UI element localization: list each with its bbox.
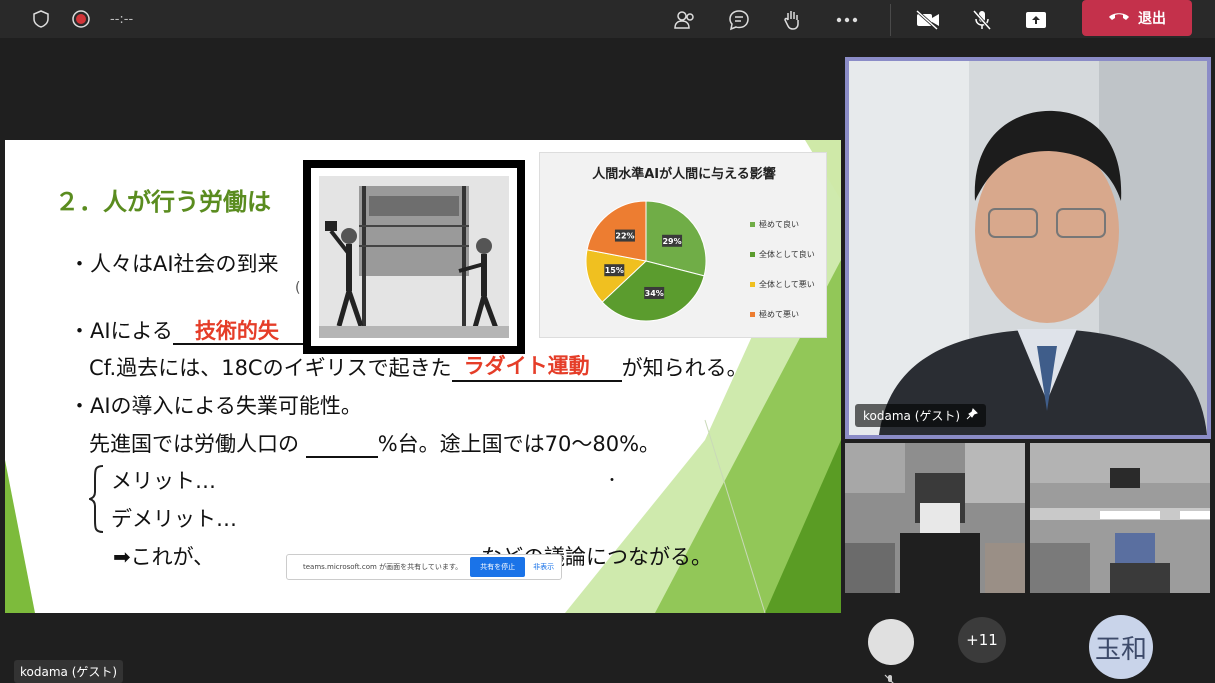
camera-off-icon[interactable] bbox=[913, 5, 943, 35]
presenter-name-tag: kodama (ゲスト) bbox=[14, 660, 124, 683]
participant-video-1 bbox=[845, 443, 1025, 593]
slide-line-3-prefix: Cf.過去には、18Cのイギリスで起きた bbox=[89, 356, 452, 380]
chart-title: 人間水準AIが人間に与える影響 bbox=[592, 167, 776, 182]
loom-illustration bbox=[319, 176, 509, 338]
share-notice-text: teams.microsoft.com が画面を共有しています。 bbox=[303, 563, 463, 571]
leave-label: 退出 bbox=[1138, 11, 1166, 27]
slide-dot: ・ bbox=[605, 473, 619, 489]
slide-title: ２．人が行う労働は bbox=[55, 188, 271, 216]
participants-icon[interactable] bbox=[670, 5, 700, 35]
legend-swatch-2 bbox=[750, 281, 755, 287]
participant-video-2 bbox=[1030, 443, 1210, 593]
slide-line-4: ・AIの導入による失業可能性。 bbox=[69, 394, 362, 418]
slide-red-2: ラダイト運動 bbox=[463, 354, 590, 378]
participant-avatar-blank[interactable] bbox=[868, 619, 914, 665]
slide-line-1-paren: ( bbox=[295, 280, 301, 296]
slide-line-3: Cf.過去には、18Cのイギリスで起きた ラダイト運動 が知られる。 bbox=[89, 352, 748, 382]
screen-share-notification: teams.microsoft.com が画面を共有しています。 共有を停止 非… bbox=[286, 554, 562, 580]
slide-line-2-prefix: ・AIによる bbox=[69, 319, 173, 343]
pie-chart-card: 人間水準AIが人間に与える影響 29% 34% 15% 22% 極めて良い全体として良… bbox=[539, 152, 827, 338]
legend-label-1: 全体として良い bbox=[759, 249, 815, 259]
participant-tile-2[interactable] bbox=[1030, 443, 1210, 593]
legend-label-3: 極めて悪い bbox=[759, 309, 799, 319]
chat-icon[interactable] bbox=[724, 5, 754, 35]
luddite-engraving-image bbox=[303, 160, 525, 354]
phone-hangup-icon bbox=[1108, 10, 1130, 26]
legend-item-1: 全体として良い bbox=[750, 239, 815, 269]
slide-blank-3 bbox=[305, 432, 378, 458]
slide-blank-1: 技術的失 bbox=[172, 319, 303, 345]
legend-swatch-1 bbox=[750, 251, 755, 257]
teams-meeting-window: --:-- 退出 ２．人が行う労働は ・人々はAI社会の到来 (・AIによる … bbox=[0, 0, 1215, 683]
meeting-timer: --:-- bbox=[110, 11, 134, 27]
slide-line-2: ・AIによる 技術的失 bbox=[69, 315, 303, 345]
slide-line-1: ・人々はAI社会の到来 bbox=[69, 252, 279, 276]
hide-notice-link[interactable]: 非表示 bbox=[533, 562, 554, 572]
pie-data-label-1: 34% bbox=[645, 289, 664, 298]
pie-data-label-2: 15% bbox=[605, 266, 624, 275]
legend-item-2: 全体として悪い bbox=[750, 269, 815, 299]
legend-item-0: 極めて良い bbox=[750, 209, 815, 239]
pin-icon[interactable] bbox=[966, 408, 978, 423]
slide-line-8-prefix: ➡これが、 bbox=[113, 545, 215, 569]
recording-icon bbox=[70, 8, 92, 30]
leave-button[interactable]: 退出 bbox=[1082, 0, 1192, 36]
slide-line-3-suffix: が知られる。 bbox=[621, 356, 748, 380]
slide-line-5-prefix: 先進国では労働人口の bbox=[89, 432, 299, 456]
toolbar-separator bbox=[890, 4, 891, 36]
participant-tile-1[interactable] bbox=[845, 443, 1025, 593]
slide-line-5: 先進国では労働人口の %台。途上国では70～80%。 bbox=[89, 428, 660, 458]
brace-icon bbox=[89, 465, 104, 533]
legend-item-3: 極めて悪い bbox=[750, 299, 815, 329]
slide-red-1: 技術的失 bbox=[194, 319, 279, 343]
chart-legend: 極めて良い全体として良い 全体として悪い 極めて悪い bbox=[750, 209, 815, 329]
speaker-name: kodama (ゲスト) bbox=[863, 409, 961, 423]
slide-demerit: デメリット… bbox=[111, 507, 237, 531]
legend-swatch-0 bbox=[750, 221, 755, 227]
participant-avatar-initials[interactable]: 玉和 bbox=[1089, 615, 1153, 679]
muted-mic-icon bbox=[884, 671, 896, 683]
speaker-video-tile[interactable]: kodama (ゲスト) bbox=[845, 57, 1211, 439]
speaker-name-tag: kodama (ゲスト) bbox=[855, 404, 987, 427]
pie-chart: 29% 34% 15% 22% bbox=[585, 200, 707, 322]
stop-sharing-button[interactable]: 共有を停止 bbox=[470, 557, 526, 577]
slide-line-5-suffix: %台。途上国では70～80%。 bbox=[377, 432, 661, 456]
more-participants-button[interactable]: +11 bbox=[958, 617, 1006, 663]
pie-data-label-3: 22% bbox=[615, 232, 634, 241]
pie-data-label-0: 29% bbox=[662, 237, 681, 246]
legend-label-0: 極めて良い bbox=[759, 219, 799, 229]
meeting-toolbar: --:-- 退出 bbox=[0, 0, 1215, 38]
slide-merit: メリット… bbox=[111, 469, 216, 493]
legend-swatch-3 bbox=[750, 311, 755, 317]
share-screen-icon[interactable] bbox=[1021, 5, 1051, 35]
legend-label-2: 全体として悪い bbox=[759, 279, 815, 289]
more-options-icon[interactable] bbox=[832, 5, 862, 35]
shared-slide: ２．人が行う労働は ・人々はAI社会の到来 ( ・AIによる 技術的失 Cf.過去… bbox=[5, 140, 841, 613]
shield-icon[interactable] bbox=[30, 8, 52, 30]
mic-off-icon[interactable] bbox=[967, 5, 997, 35]
speaker-video-feed bbox=[849, 61, 1207, 435]
raise-hand-icon[interactable] bbox=[778, 5, 808, 35]
slide-blank-2: ラダイト運動 bbox=[451, 354, 622, 382]
